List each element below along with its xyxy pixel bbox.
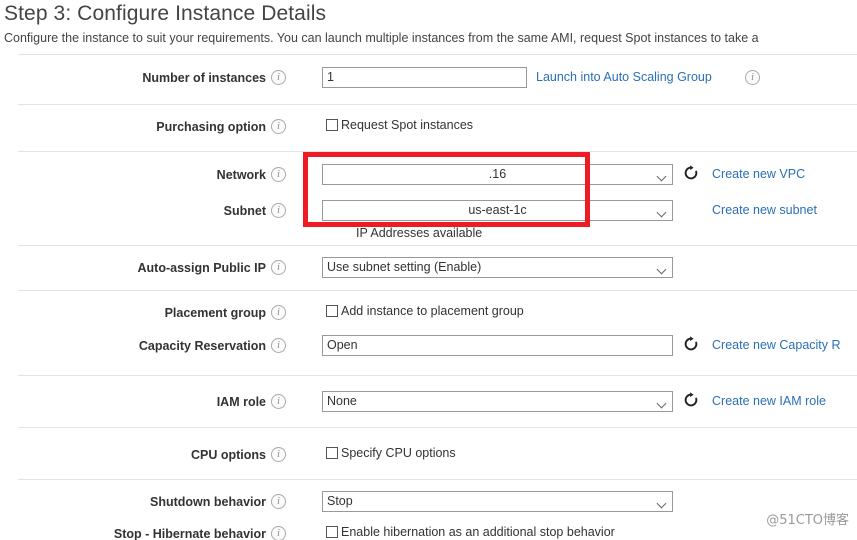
- specify-cpu-options-checkbox[interactable]: [326, 447, 338, 459]
- create-new-iam-role-link[interactable]: Create new IAM role: [712, 393, 826, 409]
- info-icon[interactable]: i: [271, 394, 286, 409]
- row-iam-role: IAM role i None Create new IAM role: [0, 391, 857, 420]
- number-of-instances-input[interactable]: 1: [322, 67, 527, 88]
- specify-cpu-options-label: Specify CPU options: [341, 446, 456, 460]
- capacity-reservation-select[interactable]: Open: [322, 335, 673, 356]
- auto-assign-public-ip-select[interactable]: Use subnet setting (Enable): [322, 257, 673, 278]
- watermark: @51CTO博客: [766, 513, 849, 528]
- info-icon[interactable]: i: [271, 526, 286, 540]
- info-icon[interactable]: i: [745, 70, 760, 85]
- iam-role-select[interactable]: None: [322, 391, 673, 412]
- row-purchasing-option: Purchasing option i Request Spot instanc…: [0, 117, 857, 145]
- row-number-of-instances: Number of instances i 1 Launch into Auto…: [0, 67, 857, 96]
- create-new-vpc-link[interactable]: Create new VPC: [712, 166, 805, 182]
- info-icon[interactable]: i: [271, 70, 286, 85]
- enable-hibernation-label: Enable hibernation as an additional stop…: [341, 525, 615, 539]
- page-description: Configure the instance to suit your requ…: [4, 31, 759, 45]
- shutdown-behavior-label: Shutdown behavior: [150, 495, 266, 509]
- cpu-options-label: CPU options: [191, 448, 266, 462]
- divider: [18, 479, 857, 480]
- divider: [18, 375, 857, 376]
- placement-group-label: Placement group: [164, 306, 266, 320]
- capacity-reservation-label: Capacity Reservation: [138, 339, 266, 353]
- launch-into-auto-scaling-group-link[interactable]: Launch into Auto Scaling Group: [536, 69, 712, 85]
- info-icon[interactable]: i: [271, 167, 286, 182]
- request-spot-instances-label: Request Spot instances: [341, 118, 474, 132]
- row-cpu-options: CPU options i Specify CPU options: [0, 445, 857, 473]
- info-icon[interactable]: i: [271, 260, 286, 275]
- subnet-helper-text: IP Addresses available: [356, 226, 483, 240]
- add-instance-to-placement-group-label: Add instance to placement group: [341, 304, 524, 318]
- row-shutdown-behavior: Shutdown behavior i Stop: [0, 491, 857, 520]
- configure-instance-details-page: Step 3: Configure Instance Details Confi…: [0, 0, 857, 540]
- divider: [18, 104, 857, 105]
- request-spot-instances-checkbox[interactable]: [326, 119, 338, 131]
- refresh-icon[interactable]: [683, 165, 699, 181]
- row-network: Network i .16 Create new VPC: [0, 164, 857, 193]
- create-new-subnet-link[interactable]: Create new subnet: [712, 202, 817, 218]
- network-label: Network: [216, 168, 266, 182]
- subnet-label: Subnet: [223, 204, 266, 218]
- info-icon[interactable]: i: [271, 203, 286, 218]
- create-new-capacity-reservation-link[interactable]: Create new Capacity R: [712, 337, 841, 353]
- row-placement-group: Placement group i Add instance to placem…: [0, 303, 857, 331]
- row-stop-hibernate-behavior: Stop - Hibernate behavior i Enable hiber…: [0, 524, 857, 540]
- divider: [18, 151, 857, 152]
- subnet-select[interactable]: us-east-1c: [322, 200, 673, 221]
- shutdown-behavior-select[interactable]: Stop: [322, 491, 673, 512]
- page-title: Step 3: Configure Instance Details: [4, 2, 327, 25]
- row-auto-assign-public-ip: Auto-assign Public IP i Use subnet setti…: [0, 257, 857, 286]
- divider: [18, 290, 857, 291]
- divider: [18, 54, 857, 55]
- divider: [18, 245, 857, 246]
- info-icon[interactable]: i: [271, 494, 286, 509]
- purchasing-option-label: Purchasing option: [156, 120, 266, 134]
- auto-assign-public-ip-label: Auto-assign Public IP: [137, 261, 267, 275]
- refresh-icon[interactable]: [683, 392, 699, 408]
- info-icon[interactable]: i: [271, 447, 286, 462]
- network-select[interactable]: .16: [322, 164, 673, 185]
- info-icon[interactable]: i: [271, 338, 286, 353]
- stop-hibernate-behavior-label: Stop - Hibernate behavior: [113, 527, 266, 540]
- info-icon[interactable]: i: [271, 119, 286, 134]
- iam-role-label: IAM role: [216, 395, 266, 409]
- add-instance-to-placement-group-checkbox[interactable]: [326, 305, 338, 317]
- enable-hibernation-checkbox[interactable]: [326, 526, 338, 538]
- refresh-icon[interactable]: [683, 336, 699, 352]
- row-capacity-reservation: Capacity Reservation i Open Create new C…: [0, 335, 857, 364]
- info-icon[interactable]: i: [271, 305, 286, 320]
- divider: [18, 427, 857, 428]
- number-of-instances-label: Number of instances: [142, 71, 266, 85]
- row-subnet: Subnet i us-east-1c Create new subnet: [0, 200, 857, 229]
